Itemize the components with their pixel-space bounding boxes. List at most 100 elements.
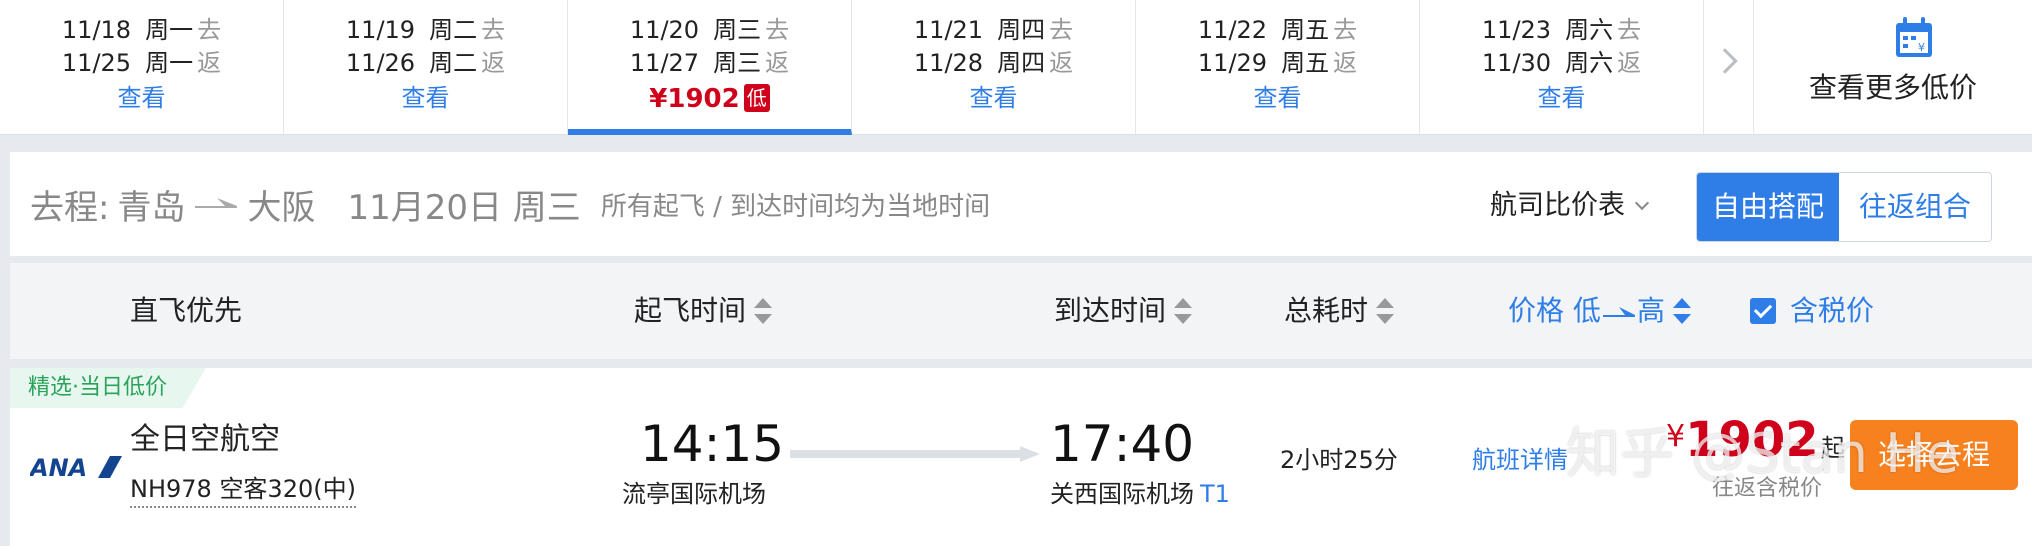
- flight-price: ¥1902起: [1666, 412, 1845, 468]
- date-option-1121[interactable]: 11/21 周四去 11/28 周四返 查看: [852, 0, 1136, 135]
- out-date: 11/23: [1481, 16, 1552, 44]
- out-weekday: 周六: [1565, 16, 1614, 44]
- price-symbol: ¥: [1666, 419, 1686, 454]
- ret-weekday: 周二: [429, 49, 478, 77]
- date-option-1118[interactable]: 11/18 周一去 11/25 周一返 查看: [0, 0, 284, 135]
- flight-row: 精选·当日低价 ANA 全日空航空 NH978 空客320(中) 14:15 流…: [10, 368, 2032, 546]
- arrival-time: 17:40: [1050, 415, 1195, 473]
- out-date: 11/18: [61, 16, 132, 44]
- ret-weekday: 周四: [997, 49, 1046, 77]
- more-low-price-label: 查看更多低价: [1808, 71, 1977, 104]
- date-option-1123[interactable]: 11/23 周六去 11/30 周六返 查看: [1420, 0, 1704, 135]
- date-strip: 11/18 周一去 11/25 周一返 查看 11/19 周二去 11/26 周二返 查…: [0, 0, 2032, 135]
- departure-label: 起飞时间: [634, 294, 747, 327]
- out-dir: 去: [1333, 16, 1358, 44]
- view-link[interactable]: 查看: [284, 82, 567, 114]
- ret-date: 11/30: [1481, 49, 1552, 77]
- view-link[interactable]: 查看: [0, 82, 283, 114]
- date-option-1120-selected[interactable]: 11/20 周三去 11/27 周三返 ¥1902 低: [568, 0, 852, 135]
- direct-first-label: 直飞优先: [130, 294, 243, 327]
- out-date: 11/22: [1197, 16, 1268, 44]
- low-price-badge: 低: [743, 84, 770, 112]
- flight-progress-arrow-icon: [790, 446, 1040, 462]
- ret-dir: 返: [1333, 49, 1358, 77]
- out-date: 11/20: [629, 16, 700, 44]
- flight-detail-link[interactable]: 航班详情: [1472, 444, 1568, 476]
- free-combo-option[interactable]: 自由搭配: [1697, 173, 1839, 241]
- ret-weekday: 周六: [1565, 49, 1614, 77]
- total-duration: 2小时25分: [1280, 446, 1398, 474]
- to-city: 大阪: [247, 187, 316, 228]
- ret-dir: 返: [481, 49, 506, 77]
- compare-label: 航司比价表: [1490, 190, 1625, 221]
- sort-departure[interactable]: 起飞时间: [634, 291, 773, 331]
- ret-dir: 返: [197, 49, 222, 77]
- ret-weekday: 周一: [145, 49, 194, 77]
- date-lowest-price: ¥1902 低: [568, 82, 851, 116]
- route-summary: 去程: 青岛 大阪 11月20日 周三 所有起飞 / 到达时间均为当地时间: [30, 180, 990, 228]
- sort-duration[interactable]: 总耗时: [1284, 291, 1395, 331]
- ret-dir: 返: [1617, 49, 1642, 77]
- airline-compare-dropdown[interactable]: 航司比价表: [1490, 186, 1650, 226]
- ret-dir: 返: [1049, 49, 1074, 77]
- sort-icon: [1174, 298, 1193, 324]
- view-link[interactable]: 查看: [852, 82, 1135, 114]
- arrival-airport-name: 关西国际机场: [1050, 480, 1194, 508]
- chevron-down-icon: [1634, 195, 1650, 211]
- view-link[interactable]: 查看: [1136, 82, 1419, 114]
- round-trip-combo-option[interactable]: 往返组合: [1839, 173, 1991, 241]
- tax-included-checkbox[interactable]: 含税价: [1750, 291, 1874, 331]
- departure-time: 14:15: [640, 415, 785, 473]
- logo-text: ANA: [30, 454, 87, 482]
- view-link[interactable]: 查看: [1420, 82, 1703, 114]
- booking-mode-toggle: 自由搭配 往返组合: [1696, 172, 1992, 242]
- more-low-price-button[interactable]: ¥ 查看更多低价: [1754, 0, 2032, 134]
- out-dir: 去: [1049, 16, 1074, 44]
- out-dir: 去: [481, 16, 506, 44]
- next-dates-button[interactable]: [1704, 0, 1754, 135]
- out-dir: 去: [1617, 16, 1642, 44]
- out-weekday: 周四: [997, 16, 1046, 44]
- sort-header: 直飞优先 起飞时间 到达时间 总耗时 价格 低 高 含税价: [10, 263, 2032, 359]
- price-label: 价格: [1508, 294, 1565, 327]
- sort-icon: [1672, 298, 1691, 324]
- arrival-terminal: T1: [1200, 480, 1230, 508]
- chevron-right-icon: [1712, 48, 1738, 74]
- ret-weekday: 周五: [1281, 49, 1330, 77]
- ret-date: 11/26: [345, 49, 416, 77]
- sort-price[interactable]: 价格 低 高: [1508, 291, 1691, 331]
- date-option-1122[interactable]: 11/22 周五去 11/29 周五返 查看: [1136, 0, 1420, 135]
- choose-outbound-button[interactable]: 选择去程: [1850, 420, 2018, 490]
- checkbox-checked-icon: [1750, 298, 1776, 324]
- price-low-label: 低: [1572, 294, 1601, 327]
- out-weekday: 周二: [429, 16, 478, 44]
- calendar-icon: ¥: [1896, 17, 1932, 57]
- out-dir: 去: [197, 16, 222, 44]
- svg-text:¥: ¥: [1918, 41, 1925, 54]
- ana-logo-icon: ANA: [30, 454, 122, 482]
- ret-date: 11/27: [629, 49, 700, 77]
- price-note: 往返含税价: [1712, 476, 1823, 501]
- ret-date: 11/25: [61, 49, 132, 77]
- date-option-1119[interactable]: 11/19 周二去 11/26 周二返 查看: [284, 0, 568, 135]
- flight-number-aircraft[interactable]: NH978 空客320(中): [130, 472, 356, 508]
- route-header: 去程: 青岛 大阪 11月20日 周三 所有起飞 / 到达时间均为当地时间 航司…: [10, 152, 2032, 256]
- sort-icon: [1376, 298, 1395, 324]
- price-high-label: 高: [1636, 294, 1665, 327]
- from-city: 青岛: [117, 187, 186, 228]
- out-weekday: 周一: [145, 16, 194, 44]
- sort-arrival[interactable]: 到达时间: [1054, 291, 1193, 331]
- airline-name: 全日空航空: [130, 422, 280, 457]
- price-suffix: 起: [1820, 434, 1845, 462]
- out-date: 11/19: [345, 16, 416, 44]
- ret-date: 11/29: [1197, 49, 1268, 77]
- out-dir: 去: [765, 16, 790, 44]
- ret-dir: 返: [765, 49, 790, 77]
- route-date: 11月20日 周三: [347, 187, 581, 228]
- sort-direct-first[interactable]: 直飞优先: [130, 291, 242, 331]
- out-date: 11/21: [913, 16, 984, 44]
- ret-weekday: 周三: [713, 49, 762, 77]
- tax-included-label: 含税价: [1790, 294, 1875, 327]
- price-value: ¥1902: [649, 84, 740, 114]
- duration-label: 总耗时: [1284, 294, 1369, 327]
